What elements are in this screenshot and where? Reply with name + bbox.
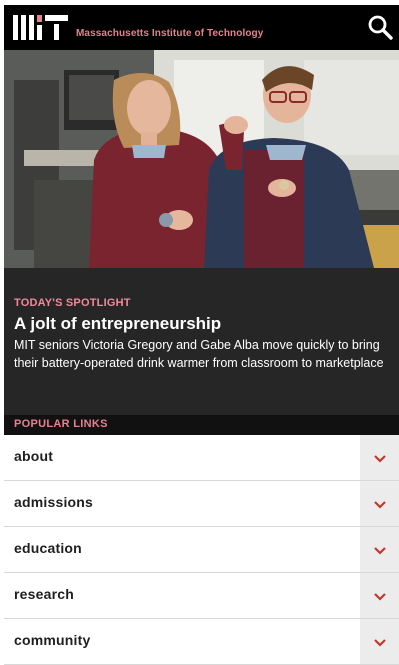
link-label[interactable]: admissions xyxy=(14,494,93,510)
spotlight-description: MIT seniors Victoria Gregory and Gabe Al… xyxy=(14,338,384,370)
site-header: Massachusetts Institute of Technology xyxy=(4,5,399,50)
link-row-about[interactable]: about xyxy=(4,435,399,481)
spotlight-title[interactable]: A jolt of entrepreneurship xyxy=(14,314,221,334)
link-label[interactable]: education xyxy=(14,540,82,556)
link-row-research[interactable]: research xyxy=(4,573,399,619)
popular-links-list: about admissions education research comm… xyxy=(4,435,399,665)
expand-toggle[interactable] xyxy=(360,481,399,526)
site-title[interactable]: Massachusetts Institute of Technology xyxy=(76,28,263,39)
chevron-down-icon xyxy=(374,593,386,601)
link-label[interactable]: community xyxy=(14,632,90,648)
chevron-down-icon xyxy=(374,455,386,463)
mit-mobile-page: Massachusetts Institute of Technology TO… xyxy=(4,5,399,665)
expand-toggle[interactable] xyxy=(360,573,399,618)
spotlight-panel[interactable]: TODAY'S SPOTLIGHT A jolt of entrepreneur… xyxy=(4,268,399,415)
link-label[interactable]: research xyxy=(14,586,74,602)
mit-logo-icon[interactable] xyxy=(13,15,68,40)
expand-toggle[interactable] xyxy=(360,619,399,664)
link-row-admissions[interactable]: admissions xyxy=(4,481,399,527)
link-label[interactable]: about xyxy=(14,448,53,464)
link-row-education[interactable]: education xyxy=(4,527,399,573)
spotlight-kicker: TODAY'S SPOTLIGHT xyxy=(14,297,131,309)
search-icon[interactable] xyxy=(367,14,393,40)
chevron-down-icon xyxy=(374,639,386,647)
popular-links-header: POPULAR LINKS xyxy=(4,415,399,435)
chevron-down-icon xyxy=(374,501,386,509)
popular-links-heading: POPULAR LINKS xyxy=(14,418,108,430)
expand-toggle[interactable] xyxy=(360,527,399,572)
spotlight-photo[interactable] xyxy=(4,50,399,268)
expand-toggle[interactable] xyxy=(360,435,399,480)
chevron-down-icon xyxy=(374,547,386,555)
link-row-community[interactable]: community xyxy=(4,619,399,665)
